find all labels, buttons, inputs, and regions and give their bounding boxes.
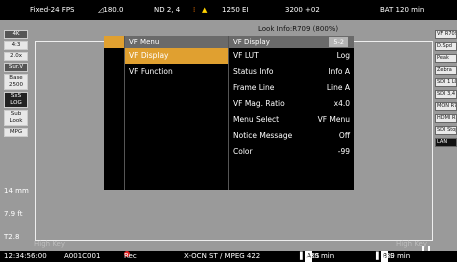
battery-readout: BAT 120 min bbox=[380, 6, 425, 14]
page-indicator: 5-2 bbox=[329, 37, 348, 47]
sdi-stop-indicator: SDI Stop bbox=[435, 126, 457, 135]
menu-settings-title: VF Display bbox=[233, 38, 270, 46]
high-key-left: High Key bbox=[34, 240, 66, 248]
menu-root-column bbox=[104, 36, 125, 190]
axs-remaining: 120 min bbox=[305, 252, 335, 260]
setting-notice-message[interactable]: Notice Message Off bbox=[229, 128, 354, 144]
setting-vf-mag-ratio[interactable]: VF Mag. Ratio x4.0 bbox=[229, 96, 354, 112]
clip-name: A001C001 bbox=[64, 252, 101, 260]
vf-menu: VF Menu VF Display VF Function VF Displa… bbox=[104, 36, 354, 190]
look-info: Look Info:R709 (800%) bbox=[258, 25, 339, 33]
resolution-indicator: 4K bbox=[4, 30, 28, 39]
menu-item-vf-function[interactable]: VF Function bbox=[125, 64, 228, 80]
base-iso-indicator: Base 2500 bbox=[4, 74, 28, 90]
zebra-indicator: Zebra bbox=[435, 66, 457, 75]
setting-value: Info A bbox=[328, 67, 350, 76]
peaking-indicator: Peak bbox=[435, 54, 457, 63]
iris-readout: T2.8 bbox=[4, 233, 20, 241]
setting-label: Menu Select bbox=[233, 115, 280, 124]
setting-value: x4.0 bbox=[333, 99, 350, 108]
nd-tick-icon: ⁞ bbox=[193, 6, 196, 14]
setting-label: VF LUT bbox=[233, 51, 259, 60]
axs-slot: ▌ AXS A 120 min bbox=[300, 251, 335, 262]
rec-label: Rec bbox=[124, 252, 137, 260]
sub-look-indicator: Sub Look bbox=[4, 110, 28, 126]
setting-value: VF Menu bbox=[317, 115, 350, 124]
setting-value: -99 bbox=[337, 147, 350, 156]
menu-settings-header: VF Display 5-2 bbox=[229, 36, 354, 48]
bottom-bar: 12:34:56:00 A001C001 Rec X-OCN ST / MPEG… bbox=[0, 251, 457, 262]
status-bar: Fixed-24 FPS ◿180.0 ND 2, 4 ⁞ ▲ 1250 EI … bbox=[0, 0, 457, 20]
setting-status-info[interactable]: Status Info Info A bbox=[229, 64, 354, 80]
display-speed-indicator: D.Spd bbox=[435, 42, 457, 51]
shutter-readout: ◿180.0 bbox=[98, 6, 124, 14]
menu-settings-column: VF Display 5-2 VF LUT Log Status Info In… bbox=[229, 36, 354, 190]
fps-readout: Fixed-24 FPS bbox=[30, 6, 75, 14]
setting-value: Line A bbox=[326, 83, 350, 92]
right-indicators: VF R709 D.Spd Peak Zebra SDI 1 LOG SDI 3… bbox=[435, 30, 457, 150]
vf-output-indicator: VF R709 bbox=[435, 30, 457, 39]
viewfinder-screen: Fixed-24 FPS ◿180.0 ND 2, 4 ⁞ ▲ 1250 EI … bbox=[0, 0, 457, 262]
menu-item-label: VF Function bbox=[129, 67, 173, 76]
setting-value: Log bbox=[336, 51, 350, 60]
anamorphic-indicator: 2.0x bbox=[4, 52, 28, 61]
menu-category-header: VF Menu bbox=[125, 36, 228, 48]
wb-readout: 3200 +02 bbox=[285, 6, 320, 14]
setting-menu-select[interactable]: Menu Select VF Menu bbox=[229, 112, 354, 128]
setting-label: Status Info bbox=[233, 67, 274, 76]
setting-label: VF Mag. Ratio bbox=[233, 99, 285, 108]
lan-indicator: LAN bbox=[435, 138, 457, 147]
hdmi-indicator: HDMI R709 bbox=[435, 114, 457, 123]
setting-frame-line[interactable]: Frame Line Line A bbox=[229, 80, 354, 96]
menu-category-column: VF Menu VF Display VF Function bbox=[125, 36, 229, 190]
menu-root-header[interactable] bbox=[104, 36, 124, 48]
warning-icon: ▲ bbox=[202, 6, 208, 14]
setting-label: Frame Line bbox=[233, 83, 275, 92]
surround-view-indicator: Sur.V bbox=[4, 63, 28, 72]
sxs-log-indicator: SxS LOG bbox=[4, 92, 28, 108]
sxs-remaining: 180 min bbox=[381, 252, 411, 260]
setting-value: Off bbox=[338, 131, 350, 140]
setting-vf-lut[interactable]: VF LUT Log bbox=[229, 48, 354, 64]
left-indicators: 4K 4:3 2.0x Sur.V Base 2500 SxS LOG Sub … bbox=[0, 30, 30, 139]
focus-distance: 7.9 ft bbox=[4, 210, 23, 218]
sdi1-indicator: SDI 1 LOG bbox=[435, 78, 457, 87]
setting-label: Notice Message bbox=[233, 131, 293, 140]
sdi34-indicator: SDI 3,4 Look bbox=[435, 90, 457, 99]
mpg-indicator: MPG bbox=[4, 128, 28, 137]
timecode: 12:34:56:00 bbox=[4, 252, 47, 260]
codec-readout: X-OCN ST / MPEG 422 bbox=[184, 252, 261, 260]
menu-item-vf-display[interactable]: VF Display bbox=[125, 48, 228, 64]
focal-length: 14 mm bbox=[4, 187, 29, 195]
monitor-indicator: MON R709 bbox=[435, 102, 457, 111]
setting-color[interactable]: Color -99 bbox=[229, 144, 354, 160]
setting-label: Color bbox=[233, 147, 253, 156]
sxs-slot: ▌SxS B 180 min bbox=[376, 251, 411, 262]
nd-readout: ND 2, 4 bbox=[154, 6, 181, 14]
aspect-indicator: 4:3 bbox=[4, 41, 28, 50]
ei-readout: 1250 EI bbox=[222, 6, 249, 14]
menu-item-label: VF Display bbox=[129, 51, 169, 60]
